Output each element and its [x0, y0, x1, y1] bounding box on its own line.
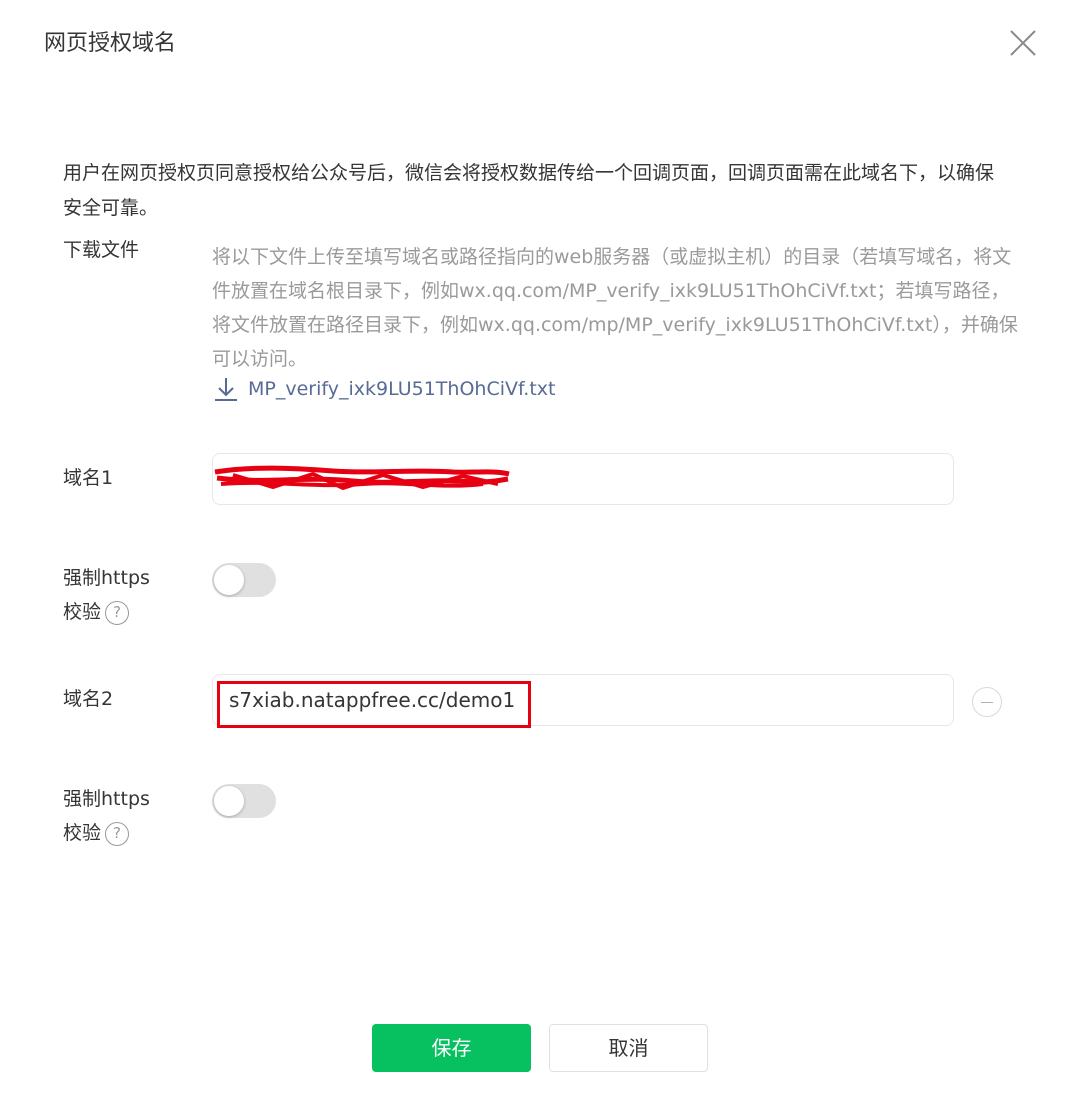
domain1-https-toggle[interactable] — [212, 563, 276, 597]
intro-text: 用户在网页授权页同意授权给公众号后，微信会将授权数据传给一个回调页面，回调页面需… — [63, 162, 995, 219]
domain2-https-label-line1: 强制https — [63, 788, 150, 810]
download-file-label: 下载文件 — [63, 239, 140, 261]
download-description: 将以下文件上传至填写域名或路径指向的web服务器（或虚拟主机）的目录（若填写域名… — [212, 246, 1018, 370]
domain2-label: 域名2 — [63, 688, 114, 710]
domain1-https-label-line1: 强制https — [63, 567, 150, 589]
minus-icon — [981, 701, 993, 703]
domain1-https-label: 强制https 校验? — [63, 561, 150, 629]
toggle-knob — [214, 786, 244, 816]
domain2-https-label-line2: 校验 — [63, 822, 102, 844]
domain1-input[interactable] — [212, 453, 954, 505]
auth-domain-dialog: 网页授权域名 用户在网页授权页同意授权给公众号后，微信会将授权数据传给一个回调页… — [0, 0, 1067, 1094]
help-icon[interactable]: ? — [105, 821, 130, 846]
help-icon[interactable]: ? — [105, 600, 130, 625]
download-file-name: MP_verify_ixk9LU51ThOhCiVf.txt — [248, 378, 556, 400]
annotation-highlight-box — [217, 681, 531, 728]
close-button[interactable] — [1006, 26, 1040, 60]
domain1-https-label-line2: 校验 — [63, 601, 102, 623]
domain1-label: 域名1 — [63, 467, 114, 489]
remove-domain2-button[interactable] — [972, 687, 1002, 717]
domain2-https-label: 强制https 校验? — [63, 782, 150, 850]
download-icon — [215, 378, 237, 401]
toggle-knob — [214, 565, 244, 595]
download-file-link[interactable]: MP_verify_ixk9LU51ThOhCiVf.txt — [212, 372, 556, 406]
dialog-title: 网页授权域名 — [44, 31, 177, 56]
redaction-scribble — [214, 465, 510, 491]
cancel-button[interactable]: 取消 — [549, 1024, 708, 1072]
save-button[interactable]: 保存 — [372, 1024, 531, 1072]
close-icon — [1010, 30, 1036, 56]
domain2-https-toggle[interactable] — [212, 784, 276, 818]
